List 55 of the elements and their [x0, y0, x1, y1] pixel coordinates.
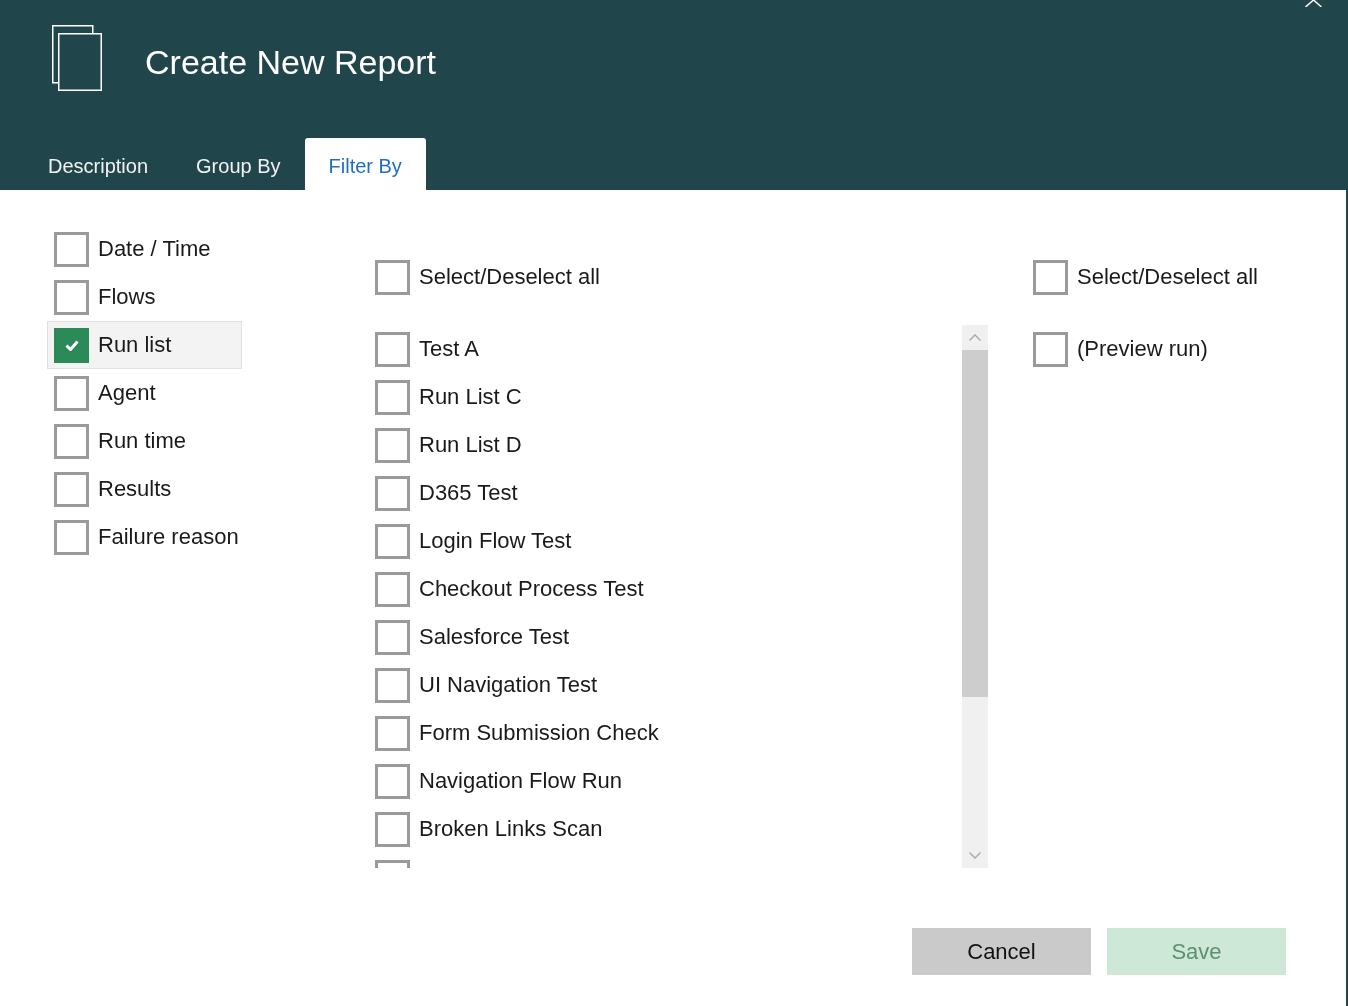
field-label: Failure reason [98, 524, 239, 550]
checkbox[interactable] [375, 259, 410, 295]
checkbox[interactable] [375, 763, 410, 799]
option-label: Test A [419, 336, 479, 362]
field-label: Agent [98, 380, 156, 406]
scrollbar-thumb[interactable] [962, 350, 988, 697]
scrollbar[interactable] [962, 325, 988, 868]
checkbox[interactable] [54, 423, 89, 459]
field-label: Run time [98, 428, 187, 454]
chevron-up-icon[interactable] [969, 334, 981, 341]
close-icon[interactable] [1305, 0, 1322, 7]
option-label: Run List D [419, 432, 522, 458]
tab[interactable]: Filter By [304, 138, 426, 190]
checkbox[interactable] [375, 523, 410, 559]
chevron-down-icon[interactable] [969, 852, 981, 859]
field-label: Run list [98, 332, 172, 358]
option-label: D365 Test [419, 480, 518, 506]
field-label: Results [98, 476, 172, 502]
tab[interactable]: Description [24, 138, 173, 190]
checkmark-icon [64, 339, 79, 351]
tab[interactable]: Group By [172, 138, 305, 190]
checkbox[interactable] [54, 231, 89, 267]
field-label: Flows [98, 284, 156, 310]
option-label: Salesforce Test [419, 624, 569, 650]
option-label: Run List C [419, 384, 522, 410]
cancel-button[interactable]: Cancel [912, 928, 1091, 975]
option-label: Select/Deselect all [419, 264, 600, 290]
option-label: Checkout Process Test [419, 576, 644, 602]
option-label: UI Navigation Test [419, 672, 598, 698]
checkbox[interactable] [54, 471, 89, 507]
checkbox[interactable] [375, 331, 410, 367]
option-label: Select/Deselect all [1077, 264, 1258, 290]
checkbox[interactable] [375, 427, 410, 463]
documents-icon [52, 25, 102, 91]
option-label: Form Submission Check [419, 720, 659, 746]
checkbox[interactable] [54, 375, 89, 411]
checkbox[interactable] [375, 667, 410, 703]
checkbox[interactable] [375, 571, 410, 607]
checkbox[interactable] [375, 811, 410, 847]
checkbox[interactable] [1033, 259, 1068, 295]
checkbox[interactable] [375, 619, 410, 655]
highlighted-row[interactable]: Run list [47, 321, 242, 369]
checkbox[interactable] [375, 715, 410, 751]
option-label: (Preview run) [1077, 336, 1208, 362]
checkbox[interactable] [54, 519, 89, 555]
option-label: Login Flow Test [419, 528, 572, 554]
option-label: Navigation Flow Run [419, 768, 622, 794]
checkbox[interactable] [1033, 331, 1068, 367]
checkbox[interactable] [54, 279, 89, 315]
field-label: Date / Time [98, 236, 211, 262]
dialog-title: Create New Report [145, 42, 436, 82]
checkbox[interactable] [375, 379, 410, 415]
option-label: Broken Links Scan [419, 816, 603, 842]
checkbox[interactable] [54, 327, 89, 363]
checkbox[interactable] [375, 475, 410, 511]
